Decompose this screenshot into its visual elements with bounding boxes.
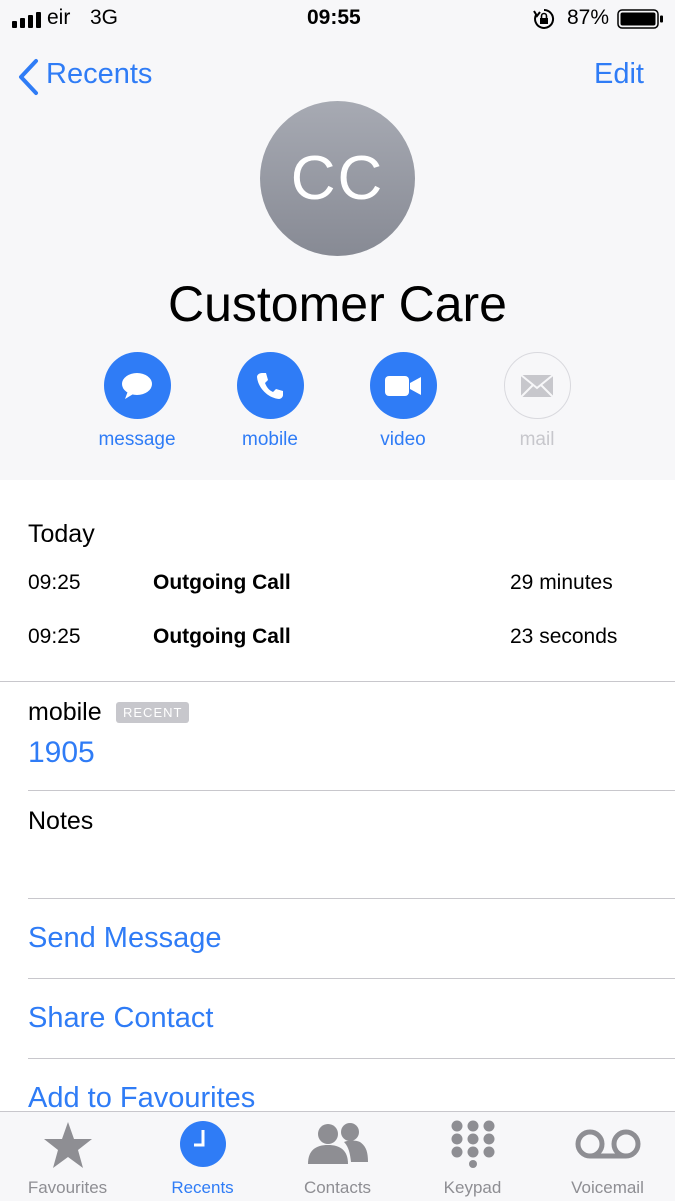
tab-recents[interactable]: Recents [135,1112,270,1201]
divider [0,681,675,682]
call-time: 09:25 [28,571,81,594]
notes-field[interactable]: Notes [28,807,93,836]
tab-label: Contacts [303,1178,372,1197]
call-time: 09:25 [28,625,81,648]
orientation-lock-icon [533,8,555,36]
action-label: mail [519,429,555,450]
star-icon [0,1120,135,1170]
recent-badge: RECENT [116,702,190,723]
action-label: message [98,429,176,450]
divider [28,898,675,899]
status-time: 09:55 [307,6,361,29]
call-mobile-button[interactable]: mobile [215,352,325,451]
contact-name: Customer Care [168,276,507,332]
keypad-icon [405,1120,540,1170]
battery-icon [617,9,665,35]
tab-contacts[interactable]: Contacts [270,1112,405,1201]
carrier-label: eir [47,6,71,29]
action-label: video [380,429,426,450]
back-button[interactable]: Recents [46,58,152,91]
message-bubble-icon [103,352,171,419]
voicemail-icon [540,1120,675,1170]
action-label: mobile [242,429,298,450]
send-message-button[interactable]: Send Message [28,922,221,955]
tab-voicemail[interactable]: Voicemail [540,1112,675,1201]
signal-strength-icon [12,12,41,28]
battery-percent: 87% [567,6,610,29]
tab-label: Favourites [27,1178,108,1197]
call-duration: 23 seconds [510,625,618,648]
tab-label: Recents [171,1178,234,1197]
divider [28,790,675,791]
call-type: Outgoing Call [153,625,291,648]
call-type: Outgoing Call [153,571,291,594]
mail-action-button[interactable]: mail [482,352,592,451]
tab-keypad[interactable]: Keypad [405,1112,540,1201]
network-label: 3G [90,6,119,29]
contacts-icon [270,1120,405,1170]
phone-number-link[interactable]: 1905 [28,736,95,770]
history-date-title: Today [28,520,95,548]
divider [28,1058,675,1059]
back-chevron-icon[interactable] [16,58,48,96]
tab-favourites[interactable]: Favourites [0,1112,135,1201]
edit-button[interactable]: Edit [594,58,644,91]
envelope-icon [503,352,571,419]
tab-bar: Favourites Recents Contacts Keypad Voice… [0,1111,675,1201]
avatar: CC [260,101,415,256]
phone-icon [236,352,304,419]
tab-label: Keypad [443,1178,502,1197]
status-bar: eir 3G 09:55 87% [0,0,675,40]
share-contact-button[interactable]: Share Contact [28,1002,213,1035]
tab-label: Voicemail [571,1178,644,1197]
video-call-button[interactable]: video [348,352,458,451]
phone-label: mobile [28,698,102,726]
call-duration: 29 minutes [510,571,613,594]
video-camera-icon [369,352,437,419]
clock-icon [135,1120,270,1170]
message-action-button[interactable]: message [82,352,192,451]
divider [28,978,675,979]
